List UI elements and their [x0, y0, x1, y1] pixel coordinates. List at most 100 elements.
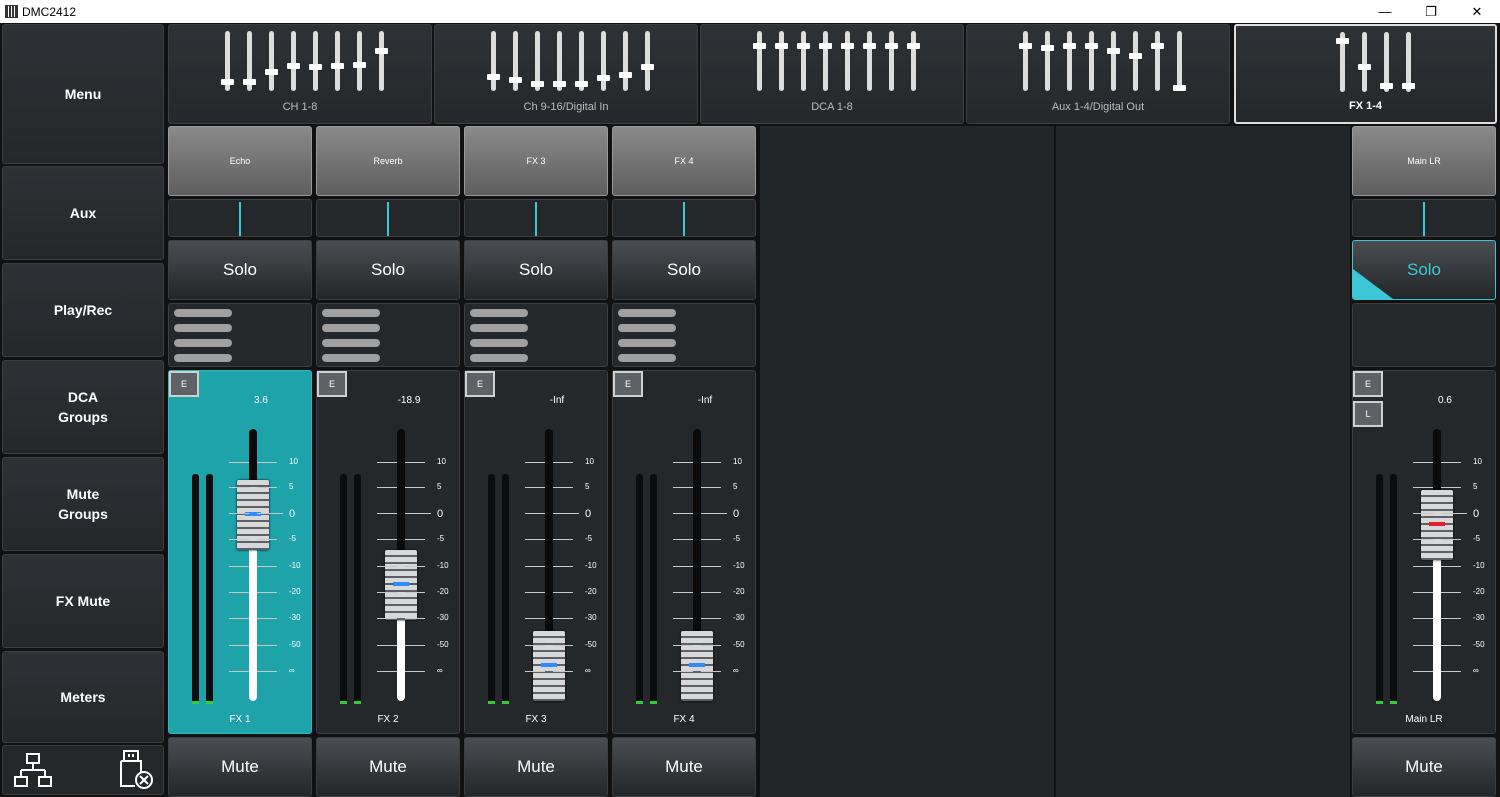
- scale-tick: [1441, 539, 1461, 540]
- layer-fx-1-4[interactable]: FX 1-4: [1234, 24, 1497, 124]
- eq-display[interactable]: [316, 303, 460, 367]
- sidebar-item-aux[interactable]: Aux: [2, 166, 164, 260]
- mini-fader-track: [1023, 31, 1028, 91]
- channel-strip-fx3: FX 3 Solo E -Inf FX 3 10 5 0 -5 -10 -20 -30 -50…: [462, 126, 608, 797]
- sidebar-item-menu[interactable]: Menu: [2, 24, 164, 164]
- mini-fader-cap: [1041, 44, 1054, 51]
- solo-button[interactable]: Solo: [316, 240, 460, 300]
- sidebar-item-meters[interactable]: Meters: [2, 651, 164, 743]
- mini-fader-track: [757, 31, 762, 91]
- solo-button[interactable]: Solo: [464, 240, 608, 300]
- mute-button[interactable]: Mute: [612, 737, 756, 797]
- scale-tick: [257, 539, 277, 540]
- fader-knob[interactable]: [533, 631, 565, 701]
- layer-aux-1-4[interactable]: Aux 1-4/Digital Out: [966, 24, 1230, 124]
- scale-label: -10: [733, 561, 745, 570]
- mini-fader-cap: [1380, 83, 1393, 90]
- channel-label: FX 2: [377, 714, 399, 725]
- sidebar-item-play-rec[interactable]: Play/Rec: [2, 263, 164, 357]
- scale-label: -30: [1473, 613, 1485, 622]
- scale-tick: [377, 513, 397, 514]
- mute-button[interactable]: Mute: [316, 737, 460, 797]
- mini-fader-track: [1362, 32, 1367, 92]
- scale-tick: [1441, 513, 1467, 514]
- eq-bar: [618, 324, 676, 332]
- fader-knob[interactable]: [385, 550, 417, 621]
- eq-display[interactable]: [612, 303, 756, 367]
- scale-label: -10: [1473, 561, 1485, 570]
- edit-button[interactable]: E: [613, 371, 643, 397]
- solo-button[interactable]: Solo: [168, 240, 312, 300]
- scale-label: -20: [437, 587, 449, 596]
- pan-control[interactable]: [612, 199, 756, 237]
- scale-tick: [701, 462, 721, 463]
- scale-tick: [673, 645, 693, 646]
- scale-tick: [553, 671, 573, 672]
- link-button[interactable]: L: [1353, 401, 1383, 427]
- edit-button[interactable]: E: [465, 371, 495, 397]
- mute-button[interactable]: Mute: [168, 737, 312, 797]
- mute-button[interactable]: Mute: [1352, 737, 1496, 797]
- scale-tick: [701, 539, 721, 540]
- scale-label: -50: [733, 640, 745, 649]
- eq-bar: [174, 339, 232, 347]
- edit-button[interactable]: E: [317, 371, 347, 397]
- edit-button[interactable]: E: [169, 371, 199, 397]
- eq-bar: [174, 354, 232, 362]
- pan-control[interactable]: [168, 199, 312, 237]
- balance-control[interactable]: [1352, 199, 1496, 237]
- close-button[interactable]: ✕: [1454, 0, 1500, 23]
- eq-display[interactable]: [464, 303, 608, 367]
- eq-display[interactable]: [168, 303, 312, 367]
- main-solo-button[interactable]: Solo: [1352, 240, 1496, 300]
- solo-button[interactable]: Solo: [612, 240, 756, 300]
- mini-fader-track: [911, 31, 916, 91]
- mute-button[interactable]: Mute: [464, 737, 608, 797]
- scale-label: ∞: [1473, 666, 1479, 675]
- mini-fader-track: [889, 31, 894, 91]
- fx-name-button[interactable]: FX 4: [612, 126, 756, 196]
- scale-tick: [701, 671, 721, 672]
- fader-knob[interactable]: [681, 631, 713, 701]
- scale-label: -20: [1473, 587, 1485, 596]
- pan-indicator: [535, 202, 537, 236]
- channel-strip-fx4: FX 4 Solo E -Inf FX 4 10 5 0 -5 -10 -20 -30 -50…: [610, 126, 756, 797]
- network-icon[interactable]: [13, 751, 53, 791]
- layer-dca-1-8[interactable]: DCA 1-8: [700, 24, 964, 124]
- fx-name-button[interactable]: Echo: [168, 126, 312, 196]
- pan-control[interactable]: [464, 199, 608, 237]
- scale-tick: [405, 462, 425, 463]
- scale-label: 0: [437, 508, 444, 520]
- scale-tick: [257, 462, 277, 463]
- usb-disconnected-icon[interactable]: [115, 748, 157, 792]
- mini-fader-cap: [1107, 48, 1120, 55]
- fx-name-button[interactable]: FX 3: [464, 126, 608, 196]
- mini-fader-cap: [375, 48, 388, 55]
- sidebar-item-dca-groups[interactable]: DCA Groups: [2, 360, 164, 454]
- fader-knob[interactable]: [1421, 489, 1453, 560]
- maximize-button[interactable]: ❐: [1408, 0, 1454, 23]
- scale-label: -10: [437, 561, 449, 570]
- scale-tick: [257, 618, 277, 619]
- minimize-button[interactable]: —: [1362, 0, 1408, 23]
- scale-tick: [405, 671, 425, 672]
- layer-ch-9-16[interactable]: Ch 9-16/Digital In: [434, 24, 698, 124]
- edit-button[interactable]: E: [1353, 371, 1383, 397]
- mini-fader-cap: [1173, 85, 1186, 91]
- sidebar-item-mute-groups[interactable]: Mute Groups: [2, 457, 164, 551]
- scale-tick: [257, 566, 277, 567]
- empty-slot: [760, 126, 1054, 797]
- fader-knob-marker: [393, 582, 409, 587]
- mini-fader-track: [335, 31, 340, 91]
- scale-tick: [1413, 618, 1433, 619]
- mini-fader-track: [313, 31, 318, 91]
- fx-name-button[interactable]: Reverb: [316, 126, 460, 196]
- scale-tick: [377, 618, 397, 619]
- main-name-button[interactable]: Main LR: [1352, 126, 1496, 196]
- main-eq-display[interactable]: [1352, 303, 1496, 367]
- layer-ch-1-8[interactable]: CH 1-8: [168, 24, 432, 124]
- pan-control[interactable]: [316, 199, 460, 237]
- sidebar-item-fx-mute[interactable]: FX Mute: [2, 554, 164, 648]
- mini-fader-cap: [575, 80, 588, 87]
- scale-label: -50: [437, 640, 449, 649]
